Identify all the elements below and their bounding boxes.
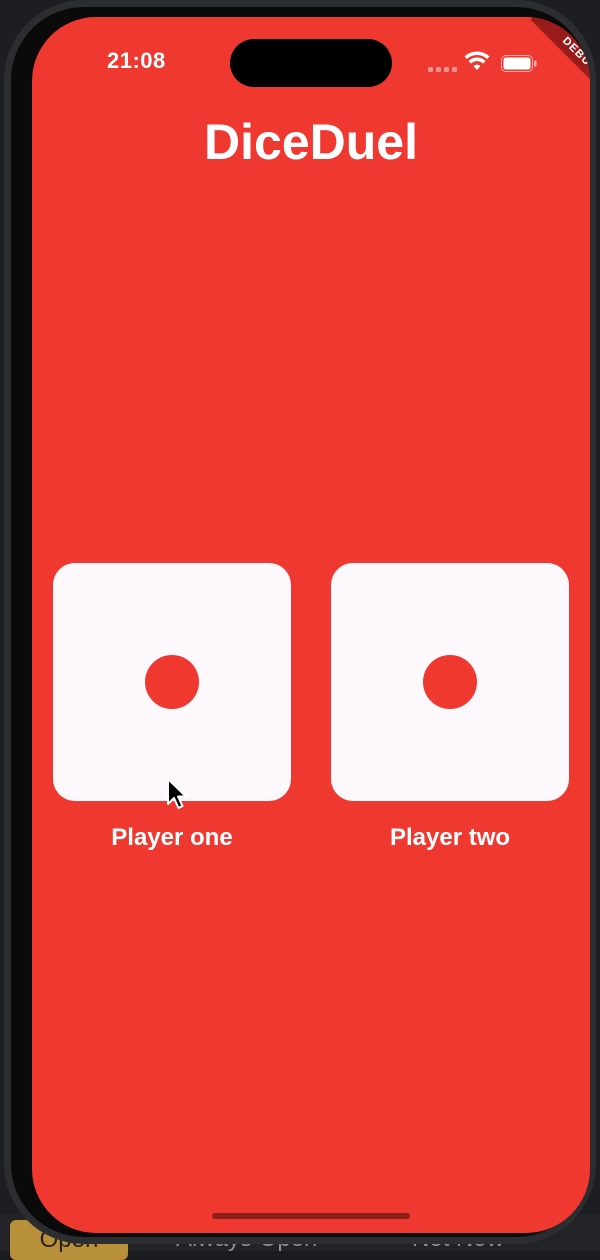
player-two-die[interactable] — [331, 563, 569, 801]
home-indicator[interactable] — [212, 1213, 410, 1219]
phone-bezel: 21:08 DEBUG DiceDuel Player one Player t… — [11, 7, 590, 1237]
debug-banner: DEBUG — [530, 17, 590, 105]
wifi-icon — [464, 51, 490, 70]
cellular-signal-icon — [428, 67, 458, 73]
player-one-die[interactable] — [53, 563, 291, 801]
app-screen: 21:08 DEBUG DiceDuel Player one Player t… — [32, 17, 590, 1233]
status-time: 21:08 — [107, 48, 166, 73]
die-pip — [145, 655, 199, 709]
dynamic-island — [230, 39, 392, 87]
player-one-label: Player one — [111, 824, 233, 851]
die-pip — [423, 655, 477, 709]
desktop-background: Open Always Open Not Now 21:08 — [0, 0, 600, 1260]
app-title: DiceDuel — [204, 114, 418, 170]
battery-icon — [501, 55, 537, 72]
mouse-pointer-icon — [167, 778, 187, 809]
phone-frame: 21:08 DEBUG DiceDuel Player one Player t… — [4, 0, 596, 1244]
player-two-label: Player two — [389, 824, 511, 851]
